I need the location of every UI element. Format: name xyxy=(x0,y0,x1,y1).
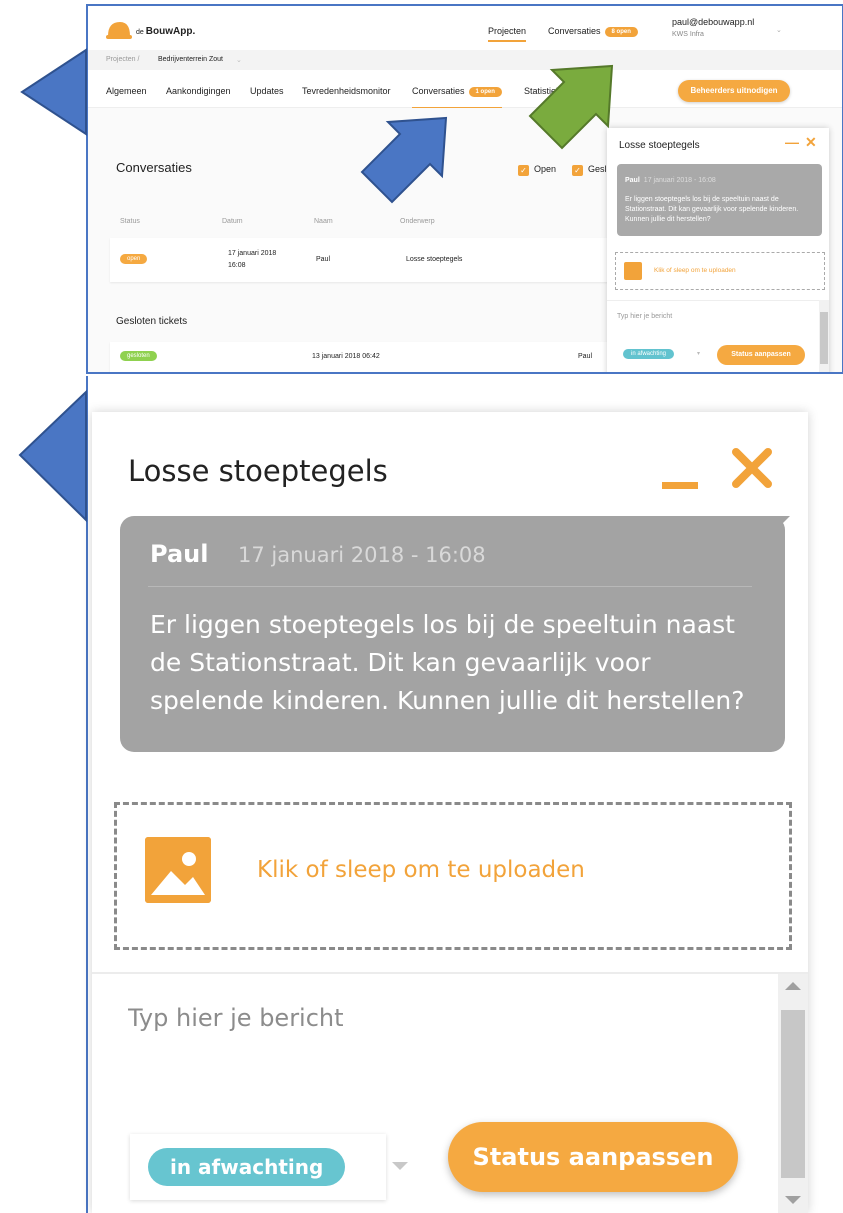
message-timestamp: 17 januari 2018 - 16:08 xyxy=(238,543,486,567)
chevron-down-icon[interactable]: ▾ xyxy=(697,350,700,357)
tab-updates[interactable]: Updates xyxy=(250,86,284,96)
close-icon[interactable] xyxy=(728,444,776,492)
message-input[interactable] xyxy=(128,1004,688,1032)
user-email[interactable]: paul@debouwapp.nl xyxy=(672,17,754,27)
open-count-badge: 8 open xyxy=(604,26,638,37)
chat-panel: Losse stoeptegels Paul 17 januari 2018 -… xyxy=(92,412,808,1213)
column-header-naam: Naam xyxy=(314,218,333,225)
arrow-left-icon xyxy=(20,48,87,136)
message-bubble: Paul 17 januari 2018 - 16:08 Er liggen s… xyxy=(120,516,785,752)
breadcrumb-root[interactable]: Projecten / xyxy=(106,56,139,63)
message-compose-area: Typ hier je bericht in afwachting ▾ Stat… xyxy=(607,300,819,372)
message-text: Er liggen stoeptegels los bij de speeltu… xyxy=(150,610,745,715)
chat-panel-small: Losse stoeptegels — ✕ Paul 17 januari 201… xyxy=(607,128,829,372)
chat-title: Losse stoeptegels xyxy=(619,140,700,151)
upload-dropzone[interactable]: Klik of sleep om te uploaden xyxy=(615,252,825,290)
upload-dropzone[interactable]: Klik of sleep om te uploaden xyxy=(114,802,792,950)
nav-projecten[interactable]: Projecten xyxy=(488,26,527,42)
top-navbar: de BouwApp. Projecten Conversaties 8 open … xyxy=(88,6,842,50)
checkbox-checked-icon[interactable]: ✓ xyxy=(572,165,583,176)
tab-conversaties[interactable]: Conversaties 1 open xyxy=(412,86,502,109)
checkbox-checked-icon[interactable]: ✓ xyxy=(518,165,529,176)
message-input[interactable]: Typ hier je bericht xyxy=(617,313,672,320)
message-timestamp: 17 januari 2018 - 16:08 xyxy=(643,177,716,184)
closed-tickets-title: Gesloten tickets xyxy=(116,316,188,327)
close-icon[interactable]: ✕ xyxy=(805,134,817,151)
status-update-button[interactable]: Status aanpassen xyxy=(717,345,805,365)
scrollbar[interactable] xyxy=(778,974,808,1213)
chevron-down-icon[interactable]: ⌄ xyxy=(776,26,782,34)
message-compose-area: in afwachting Status aanpassen xyxy=(92,972,808,1213)
column-header-status: Status xyxy=(120,218,140,225)
filter-gesloten[interactable]: ✓ Gesl xyxy=(572,164,607,176)
status-select[interactable]: in afwachting xyxy=(623,349,675,359)
bubble-tail xyxy=(764,516,790,542)
minimize-icon[interactable]: — xyxy=(785,134,799,150)
tab-conversaties-label: Conversaties xyxy=(412,86,465,96)
upload-label: Klik of sleep om te uploaden xyxy=(654,267,736,274)
image-icon xyxy=(145,837,211,903)
tab-statistieken[interactable]: Statistieken xyxy=(524,86,571,96)
message-bubble: Paul 17 januari 2018 - 16:08 Er liggen st… xyxy=(617,164,822,236)
row-name: Paul xyxy=(316,256,331,263)
tab-algemeen[interactable]: Algemeen xyxy=(106,86,147,96)
filter-open[interactable]: ✓ Open xyxy=(518,164,556,176)
table-row[interactable]: open 17 januari 2018 16:08 Paul Losse st… xyxy=(110,238,650,282)
status-update-button[interactable]: Status aanpassen xyxy=(448,1122,738,1192)
message-author: Paul xyxy=(150,540,209,568)
nav-conversaties[interactable]: Conversaties 8 open xyxy=(548,26,638,37)
nav-conversaties-label: Conversaties xyxy=(548,26,601,36)
scroll-up-arrow-icon[interactable] xyxy=(785,982,801,990)
app-screenshot-overview: de BouwApp. Projecten Conversaties 8 open … xyxy=(86,4,843,374)
chat-title: Losse stoeptegels xyxy=(128,454,388,488)
breadcrumb-current[interactable]: Bedrijventerrein Zout xyxy=(158,56,223,63)
scrollbar-thumb[interactable] xyxy=(781,1010,805,1178)
chat-panel-zoomed-view: Losse stoeptegels Paul 17 januari 2018 -… xyxy=(86,376,810,1213)
message-text: Er liggen stoeptegels los bij de speeltu… xyxy=(625,196,799,223)
page-title: Conversaties xyxy=(116,160,192,175)
message-author: Paul xyxy=(625,177,640,184)
project-tabs: Algemeen Aankondigingen Updates Tevreden… xyxy=(88,70,842,109)
divider xyxy=(148,586,752,587)
status-badge: open xyxy=(120,254,148,264)
column-header-onderwerp: Onderwerp xyxy=(400,218,435,225)
tab-tevredenheidsmonitor[interactable]: Tevredenheidsmonitor xyxy=(302,86,391,96)
helmet-logo-icon xyxy=(106,22,132,39)
row-date: 17 januari 2018 xyxy=(228,250,277,257)
breadcrumb: Projecten / Bedrijventerrein Zout ⌄ xyxy=(88,50,842,70)
invite-admins-button[interactable]: Beheerders uitnodigen xyxy=(678,80,790,102)
row-time: 16:08 xyxy=(228,262,246,269)
chevron-down-icon[interactable]: ⌄ xyxy=(236,56,242,64)
status-select[interactable]: in afwachting xyxy=(130,1134,386,1200)
table-row[interactable]: gesloten 13 januari 2018 06:42 Paul xyxy=(110,342,650,372)
scrollbar[interactable] xyxy=(819,300,829,372)
app-logo-text[interactable]: de BouwApp. xyxy=(136,26,195,37)
status-badge: gesloten xyxy=(120,351,157,361)
image-icon xyxy=(624,262,642,280)
scroll-down-arrow-icon[interactable] xyxy=(785,1196,801,1204)
row-name: Paul xyxy=(578,353,593,360)
status-pill: in afwachting xyxy=(148,1148,346,1186)
arrow-left-icon xyxy=(18,389,87,523)
open-count-badge: 1 open xyxy=(468,86,502,97)
column-header-datum: Datum xyxy=(222,218,243,225)
user-organisation: KWS Infra xyxy=(672,31,704,38)
minimize-icon[interactable] xyxy=(662,482,698,489)
upload-label: Klik of sleep om te uploaden xyxy=(257,857,585,883)
scrollbar-thumb[interactable] xyxy=(820,312,828,364)
chevron-down-icon[interactable] xyxy=(392,1162,408,1170)
tab-aankondigingen[interactable]: Aankondigingen xyxy=(166,86,231,96)
row-date: 13 januari 2018 06:42 xyxy=(312,353,380,360)
row-subject: Losse stoeptegels xyxy=(406,256,463,263)
